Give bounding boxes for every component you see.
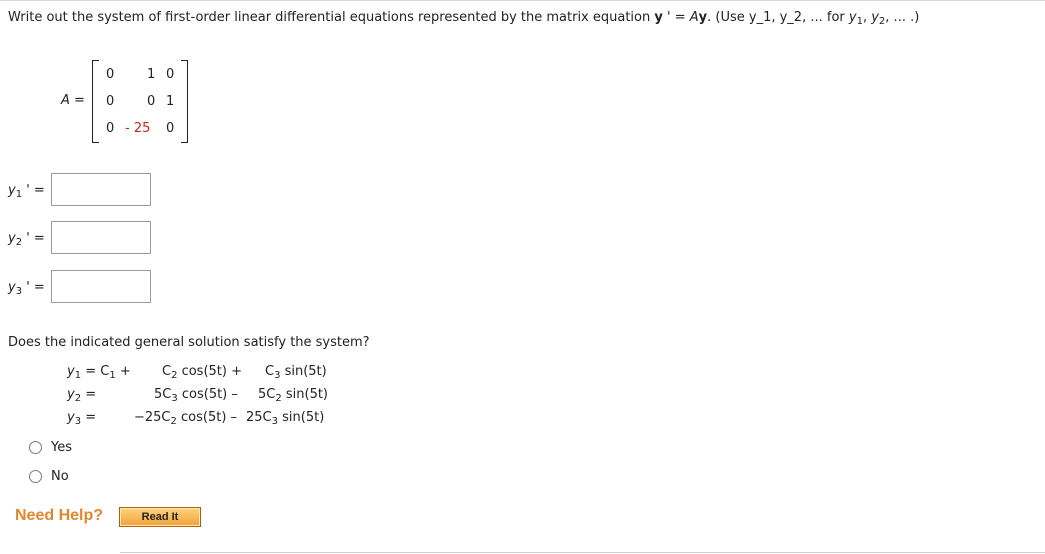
matrix-label: A =: [61, 93, 85, 108]
solution-y2-term1: 5C3 cos(5t) –: [154, 387, 238, 404]
solution-y1-term1: C2 cos(5t) +: [162, 364, 242, 381]
matrix-cell: - 25: [125, 121, 151, 136]
y1-prime-label: y1 ' =: [8, 183, 45, 200]
matrix-cell: 1: [147, 67, 156, 82]
yes-label[interactable]: Yes: [51, 440, 72, 455]
top-divider: [0, 0, 1045, 1]
solution-question: Does the indicated general solution sati…: [8, 335, 370, 350]
solution-y1-term2: C3 sin(5t): [265, 364, 327, 381]
matrix-cell: 0: [106, 67, 115, 82]
question-prompt: Write out the system of first-order line…: [8, 10, 920, 27]
solution-y3-term2: 25C3 sin(5t): [246, 410, 325, 427]
solution-y2-lhs: y2 =: [67, 387, 97, 404]
matrix-left-bracket: [92, 60, 99, 143]
matrix-cell: 0: [147, 94, 156, 109]
bottom-divider: [120, 552, 1045, 553]
matrix-cell: 1: [166, 94, 175, 109]
matrix-cell: 0: [106, 94, 115, 109]
solution-y3-term1: −25C2 cos(5t) –: [134, 410, 238, 427]
matrix-cell: 0: [166, 121, 175, 136]
no-radio[interactable]: [29, 470, 42, 483]
no-label[interactable]: No: [51, 469, 69, 484]
read-it-button[interactable]: Read It: [119, 507, 201, 527]
matrix-cell: 0: [106, 121, 115, 136]
matrix-cell: 0: [166, 67, 175, 82]
solution-y3-lhs: y3 =: [67, 410, 97, 427]
solution-y1-lhs: y1 = C1 +: [67, 364, 131, 381]
y3-prime-input[interactable]: [51, 270, 151, 303]
need-help-label: Need Help?: [15, 507, 104, 524]
matrix-right-bracket: [181, 60, 188, 143]
y3-prime-label: y3 ' =: [8, 280, 45, 297]
yes-radio[interactable]: [29, 441, 42, 454]
y1-prime-input[interactable]: [51, 173, 151, 206]
y2-prime-input[interactable]: [51, 221, 151, 254]
solution-y2-term2: 5C2 sin(5t): [258, 387, 329, 404]
y2-prime-label: y2 ' =: [8, 231, 45, 248]
